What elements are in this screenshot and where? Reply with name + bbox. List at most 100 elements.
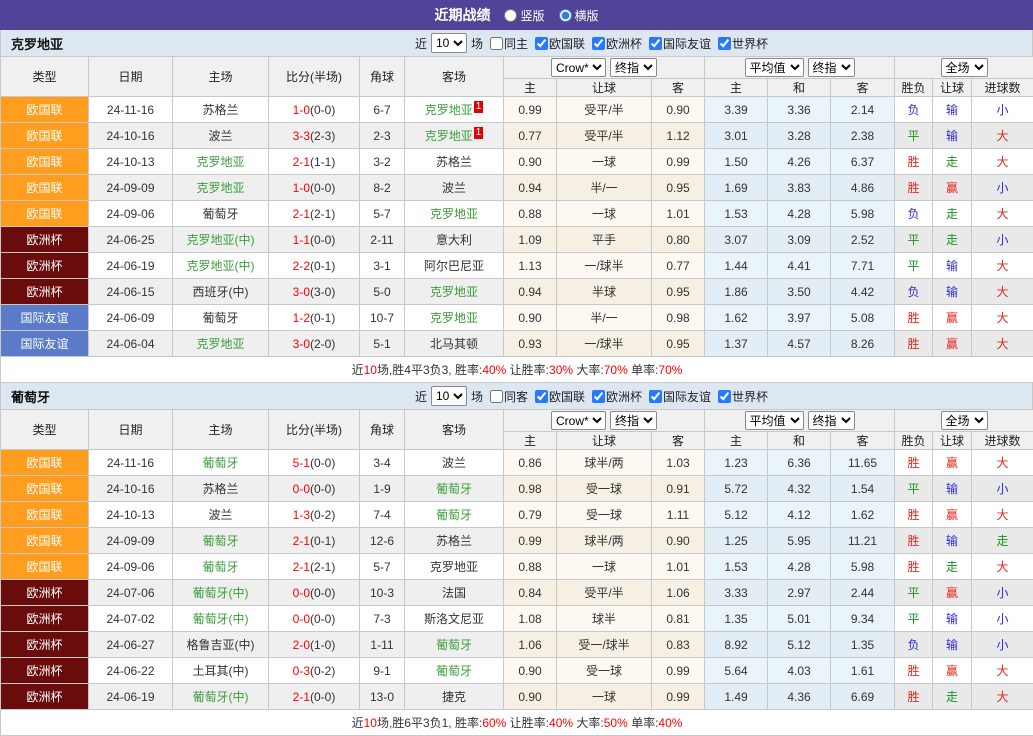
competition-filter-checkbox[interactable] xyxy=(592,390,605,403)
result-handicap-cell: 走 xyxy=(933,227,972,253)
same-venue-option[interactable]: 同客 xyxy=(485,388,528,405)
competition-filter-option[interactable]: 世界杯 xyxy=(713,388,768,405)
avg-away-cell: 11.21 xyxy=(831,528,895,554)
layout-option-vertical[interactable]: 竖版 xyxy=(504,7,544,24)
corner-cell: 1-11 xyxy=(360,632,405,658)
layout-option-horizontal[interactable]: 横版 xyxy=(559,7,599,24)
match-row: 欧国联24-09-06葡萄牙2-1(2-1)5-7克罗地亚0.88一球1.011… xyxy=(1,201,1033,227)
competition-filter-option[interactable]: 世界杯 xyxy=(713,35,768,52)
halftime-score: (2-3) xyxy=(310,129,335,143)
scope-select[interactable]: 全场 xyxy=(941,411,988,430)
score-cell: 2-1(2-1) xyxy=(269,554,360,580)
fulltime-score: 3-0 xyxy=(293,337,310,351)
match-row: 欧洲杯24-06-15西班牙(中)3-0(3-0)5-0克罗地亚0.94半球0.… xyxy=(1,279,1033,305)
competition-badge: 欧国联 xyxy=(1,502,89,528)
same-venue-option[interactable]: 同主 xyxy=(485,35,528,52)
away-team-name: 波兰 xyxy=(442,181,466,195)
handicap-cell: 受平/半 xyxy=(557,123,652,149)
home-team-cell: 葡萄牙 xyxy=(173,528,269,554)
match-date: 24-06-19 xyxy=(89,684,173,710)
result-wdl-cell: 胜 xyxy=(895,658,933,684)
corner-cell: 3-2 xyxy=(360,149,405,175)
result-goals-cell: 大 xyxy=(972,554,1033,580)
competition-filter-option[interactable]: 欧国联 xyxy=(530,35,585,52)
competition-filter-option[interactable]: 欧洲杯 xyxy=(587,35,642,52)
vertical-layout-radio[interactable] xyxy=(504,9,517,22)
odds-away-cell: 0.80 xyxy=(652,227,705,253)
competition-filter-checkbox[interactable] xyxy=(535,390,548,403)
away-team-cell: 波兰 xyxy=(405,450,504,476)
same-venue-checkbox[interactable] xyxy=(490,37,503,50)
away-team-cell: 斯洛文尼亚 xyxy=(405,606,504,632)
handicap-cell: 半球 xyxy=(557,279,652,305)
odds-away-cell: 1.03 xyxy=(652,450,705,476)
avg-source-select[interactable]: 平均值 xyxy=(745,411,804,430)
same-venue-checkbox[interactable] xyxy=(490,390,503,403)
avg-draw-cell: 5.95 xyxy=(768,528,831,554)
match-date: 24-06-25 xyxy=(89,227,173,253)
halftime-score: (0-0) xyxy=(310,612,335,626)
odds-company-select[interactable]: Crow* xyxy=(551,411,606,430)
corner-cell: 12-6 xyxy=(360,528,405,554)
subcolumn-header-8: 进球数 xyxy=(972,432,1033,450)
competition-filter-checkbox[interactable] xyxy=(592,37,605,50)
competition-filter-option[interactable]: 国际友谊 xyxy=(644,388,711,405)
result-handicap-cell: 赢 xyxy=(933,175,972,201)
avg-away-cell: 4.42 xyxy=(831,279,895,305)
competition-filter-checkbox[interactable] xyxy=(649,37,662,50)
avg-away-cell: 6.37 xyxy=(831,149,895,175)
fulltime-score: 1-1 xyxy=(293,233,310,247)
match-row: 欧洲杯24-06-27格鲁吉亚(中)2-0(1-0)1-11葡萄牙1.06受一/… xyxy=(1,632,1033,658)
avg-stage-select[interactable]: 终指 xyxy=(808,411,855,430)
handicap-cell: 受平/半 xyxy=(557,580,652,606)
scope-select[interactable]: 全场 xyxy=(941,58,988,77)
avg-home-cell: 3.39 xyxy=(705,97,768,123)
fulltime-score: 0-3 xyxy=(293,664,310,678)
competition-badge: 欧洲杯 xyxy=(1,606,89,632)
odds-home-cell: 0.77 xyxy=(504,123,557,149)
odds-source-group-header: Crow*终指 xyxy=(504,410,705,432)
odds-home-cell: 0.88 xyxy=(504,554,557,580)
result-wdl-cell: 负 xyxy=(895,279,933,305)
column-header-3: 比分(半场) xyxy=(269,410,360,450)
result-goals-cell: 大 xyxy=(972,305,1033,331)
avg-stage-select[interactable]: 终指 xyxy=(808,58,855,77)
odds-home-cell: 0.99 xyxy=(504,528,557,554)
competition-filter-checkbox[interactable] xyxy=(535,37,548,50)
score-cell: 0-0(0-0) xyxy=(269,476,360,502)
match-count-select[interactable]: 10 xyxy=(431,386,467,406)
result-wdl-cell: 平 xyxy=(895,123,933,149)
score-cell: 0-3(0-2) xyxy=(269,658,360,684)
competition-filter-checkbox[interactable] xyxy=(649,390,662,403)
away-team-cell: 葡萄牙 xyxy=(405,632,504,658)
competition-filter-option[interactable]: 欧国联 xyxy=(530,388,585,405)
home-team-cell: 苏格兰 xyxy=(173,476,269,502)
handicap-cell: 受一球 xyxy=(557,658,652,684)
result-goals-cell: 大 xyxy=(972,502,1033,528)
column-header-2: 主场 xyxy=(173,57,269,97)
away-team-name: 葡萄牙 xyxy=(436,482,472,496)
avg-source-select[interactable]: 平均值 xyxy=(745,58,804,77)
competition-filter-option[interactable]: 国际友谊 xyxy=(644,35,711,52)
fulltime-score: 0-0 xyxy=(293,586,310,600)
competition-badge: 国际友谊 xyxy=(1,305,89,331)
odds-stage-select[interactable]: 终指 xyxy=(610,411,657,430)
corner-cell: 8-2 xyxy=(360,175,405,201)
avg-away-cell: 2.52 xyxy=(831,227,895,253)
horizontal-layout-radio[interactable] xyxy=(559,9,572,22)
corner-cell: 5-7 xyxy=(360,201,405,227)
away-team-name: 苏格兰 xyxy=(436,155,472,169)
competition-badge: 欧洲杯 xyxy=(1,632,89,658)
odds-company-select[interactable]: Crow* xyxy=(551,58,606,77)
competition-filter-checkbox[interactable] xyxy=(718,37,731,50)
competition-filter-checkbox[interactable] xyxy=(718,390,731,403)
odds-home-cell: 0.88 xyxy=(504,201,557,227)
away-team-cell: 北马其顿 xyxy=(405,331,504,357)
odds-stage-select[interactable]: 终指 xyxy=(610,58,657,77)
match-count-select[interactable]: 10 xyxy=(431,33,467,53)
competition-filter-option[interactable]: 欧洲杯 xyxy=(587,388,642,405)
corner-cell: 10-7 xyxy=(360,305,405,331)
home-team-name: 克罗地亚 xyxy=(196,181,244,195)
result-handicap-cell: 输 xyxy=(933,123,972,149)
halftime-score: (0-2) xyxy=(310,508,335,522)
